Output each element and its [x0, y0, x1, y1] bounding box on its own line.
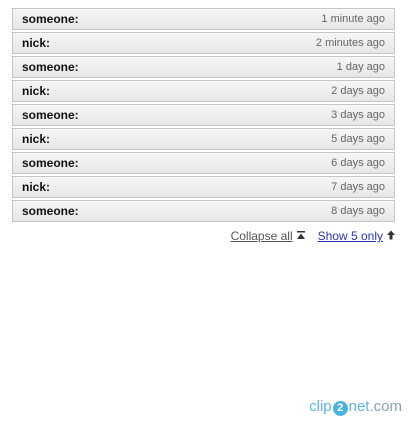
comment-author: someone: — [22, 204, 79, 218]
watermark-2-badge: 2 — [332, 401, 348, 416]
watermark-suffix: net — [348, 398, 370, 415]
comment-timestamp: 2 days ago — [331, 85, 385, 97]
comment-timestamp: 3 days ago — [331, 109, 385, 121]
comment-row[interactable]: someone: 3 days ago — [12, 104, 395, 126]
comment-timestamp: 8 days ago — [331, 205, 385, 217]
collapse-all-link[interactable]: Collapse all — [231, 229, 293, 243]
comment-timestamp: 1 day ago — [336, 61, 385, 73]
comment-author: nick: — [22, 132, 51, 146]
watermark-prefix: clip — [309, 398, 332, 415]
comment-row[interactable]: nick: 7 days ago — [12, 176, 395, 198]
comment-timestamp: 6 days ago — [331, 157, 385, 169]
comment-timestamp: 1 minute ago — [321, 13, 385, 25]
comment-author: someone: — [22, 60, 79, 74]
comment-author: nick: — [22, 84, 51, 98]
comment-author: someone: — [22, 108, 79, 122]
arrow-up-icon[interactable] — [386, 230, 396, 243]
comment-author: someone: — [22, 12, 79, 26]
comment-timestamp: 7 days ago — [331, 181, 385, 193]
comment-author: nick: — [22, 36, 51, 50]
comment-row[interactable]: someone: 1 day ago — [12, 56, 395, 78]
comment-row[interactable]: nick: 2 days ago — [12, 80, 395, 102]
comment-author: someone: — [22, 156, 79, 170]
collapse-up-icon[interactable] — [296, 230, 306, 243]
comment-row[interactable]: nick: 2 minutes ago — [12, 32, 395, 54]
comment-timestamp: 2 minutes ago — [315, 37, 385, 49]
comment-row[interactable]: someone: 1 minute ago — [12, 8, 395, 30]
comment-row[interactable]: someone: 8 days ago — [12, 200, 395, 222]
comment-row[interactable]: someone: 6 days ago — [12, 152, 395, 174]
comment-timestamp: 5 days ago — [331, 133, 385, 145]
thread-controls: Collapse all Show 5 only — [231, 229, 396, 243]
show-5-only-link[interactable]: Show 5 only — [318, 229, 383, 243]
comment-author: nick: — [22, 180, 51, 194]
watermark-domain: .com — [369, 398, 402, 415]
comment-row[interactable]: nick: 5 days ago — [12, 128, 395, 150]
comment-thread-list: someone: 1 minute ago nick: 2 minutes ag… — [12, 8, 395, 224]
clip2net-watermark: clip 2 net.com — [309, 398, 402, 416]
